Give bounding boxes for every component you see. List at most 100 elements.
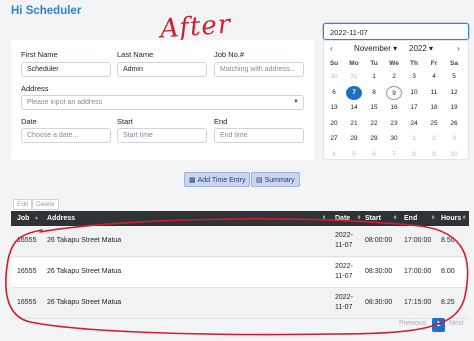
pagination-page-1[interactable]: 1 (432, 318, 445, 332)
cell-hours: 8.50 (441, 237, 455, 244)
calendar-day[interactable]: 13 (326, 101, 342, 115)
table-row[interactable]: 16555 26 Takapu Street Matua 2022- 11-07 … (11, 258, 469, 288)
table-header: Job ▲ Address ⬍ Date ⬍ Start ⬍ End ⬍ Hou… (11, 211, 469, 226)
cell-date: 2022- 11-07 (335, 231, 365, 251)
calendar-day[interactable]: 26 (446, 117, 462, 131)
cell-start: 08:00:00 (365, 237, 393, 244)
sort-icon[interactable]: ⬍ (357, 215, 361, 221)
first-name-field[interactable]: Scheduler (21, 62, 111, 77)
table-row[interactable]: 16555 26 Takapu Street Matua 2022- 11-07 … (11, 289, 469, 319)
calendar-day[interactable]: 1 (406, 132, 422, 146)
calendar-header: ‹ November ▾ 2022 ▾ › (324, 43, 470, 55)
cell-address: 26 Takapu Street Matua (47, 299, 122, 306)
sort-icon[interactable]: ⬍ (393, 215, 397, 221)
start-time-field[interactable]: Start time (117, 128, 207, 143)
summary-button[interactable]: ▤ Summary (251, 172, 300, 187)
sort-icon[interactable]: ⬍ (462, 215, 466, 221)
calendar-day[interactable]: 15 (366, 101, 382, 115)
chevron-down-icon: ▼ (293, 99, 299, 105)
edit-button[interactable]: Edit (13, 199, 33, 210)
calendar-day[interactable]: 10 (446, 148, 462, 162)
column-header-address[interactable]: Address (47, 215, 75, 222)
calendar-day[interactable]: 6 (366, 148, 382, 162)
cell-date-day: 11-07 (335, 242, 353, 249)
cell-job: 16555 (17, 237, 37, 244)
calendar-plus-icon: ▦ (189, 177, 196, 184)
weekday-header: Th (410, 60, 418, 67)
cell-end: 17:00:00 (404, 237, 432, 244)
calendar-day[interactable]: 18 (426, 101, 442, 115)
summary-label: Summary (264, 177, 295, 184)
address-select[interactable]: Please input an address ▼ (21, 95, 304, 110)
add-time-entry-button[interactable]: ▦ Add Time Entry (184, 172, 251, 187)
calendar-day[interactable]: 6 (326, 86, 342, 100)
calendar-day[interactable]: 5 (346, 148, 362, 162)
weekday-header: Mo (349, 60, 359, 67)
column-header-start[interactable]: Start (365, 215, 381, 222)
cell-address: 26 Takapu Street Matua (47, 237, 122, 244)
calendar-day[interactable]: 17 (406, 101, 422, 115)
cell-date-day: 11-07 (335, 304, 353, 311)
calendar-day[interactable]: 31 (346, 70, 362, 84)
cell-end: 17:00:00 (404, 268, 432, 275)
calendar-day[interactable]: 21 (346, 117, 362, 131)
cell-job: 16555 (17, 268, 37, 275)
year-select[interactable]: 2022 ▾ (409, 44, 433, 53)
calendar-day[interactable]: 3 (446, 132, 462, 146)
date-picker-input[interactable]: 2022-11-07 (323, 23, 469, 40)
calendar-day[interactable]: 12 (446, 86, 462, 100)
sort-up-icon[interactable]: ▲ (34, 215, 39, 221)
calendar-day[interactable]: 1 (366, 70, 382, 84)
calendar-day[interactable]: 16 (386, 101, 402, 115)
calendar-day[interactable]: 22 (366, 117, 382, 131)
calendar-day[interactable]: 5 (446, 70, 462, 84)
calendar-day[interactable]: 23 (386, 117, 402, 131)
calendar-day[interactable]: 29 (366, 132, 382, 146)
column-header-end[interactable]: End (404, 215, 417, 222)
delete-button[interactable]: Delete (32, 199, 59, 210)
sort-icon[interactable]: ⬍ (431, 215, 435, 221)
calendar-day[interactable]: 3 (406, 70, 422, 84)
calendar-day[interactable]: 8 (406, 148, 422, 162)
cell-date-year: 2022- (335, 232, 353, 239)
weekday-header: Su (329, 60, 339, 67)
pagination-next[interactable]: Next (449, 320, 463, 327)
calendar-day[interactable]: 8 (366, 86, 382, 100)
calendar-day[interactable]: 2 (386, 70, 402, 84)
column-header-hours[interactable]: Hours (441, 215, 461, 222)
table-row[interactable]: 16555 26 Takapu Street Matua 2022- 11-07 … (11, 227, 469, 257)
calendar-day-selected[interactable]: 7 (346, 85, 362, 100)
calendar-day[interactable]: 25 (426, 117, 442, 131)
end-time-field[interactable]: End time (214, 128, 304, 143)
address-placeholder: Please input an address (27, 99, 103, 106)
column-header-date[interactable]: Date (335, 215, 350, 222)
calendar-day[interactable]: 24 (406, 117, 422, 131)
weekday-header: Fr (430, 60, 438, 67)
calendar-day[interactable]: 9 (426, 148, 442, 162)
sort-icon[interactable]: ⬍ (322, 215, 326, 221)
next-month-icon[interactable]: › (457, 44, 460, 53)
month-select[interactable]: November ▾ (354, 44, 397, 53)
calendar-day[interactable]: 30 (386, 132, 402, 146)
calendar-day[interactable]: 4 (426, 70, 442, 84)
prev-month-icon[interactable]: ‹ (330, 44, 333, 53)
calendar-day[interactable]: 9 (386, 85, 402, 100)
calendar-day[interactable]: 30 (326, 70, 342, 84)
last-name-field[interactable]: Admin (117, 62, 207, 77)
calendar-day[interactable]: 7 (386, 148, 402, 162)
add-time-entry-label: Add Time Entry (197, 177, 246, 184)
calendar-day[interactable]: 11 (426, 86, 442, 100)
pagination-previous[interactable]: Previous (399, 320, 426, 327)
date-field[interactable]: Choose a date... (21, 128, 111, 143)
cell-job: 16555 (17, 299, 37, 306)
calendar-day[interactable]: 10 (406, 86, 422, 100)
calendar-day[interactable]: 4 (326, 148, 342, 162)
column-header-job[interactable]: Job (17, 215, 29, 222)
calendar-day[interactable]: 20 (326, 117, 342, 131)
calendar-day[interactable]: 19 (446, 101, 462, 115)
job-number-field[interactable]: Matching with address... (214, 62, 304, 77)
calendar-day[interactable]: 28 (346, 132, 362, 146)
calendar-day[interactable]: 2 (426, 132, 442, 146)
calendar-day[interactable]: 27 (326, 132, 342, 146)
calendar-day[interactable]: 14 (346, 101, 362, 115)
